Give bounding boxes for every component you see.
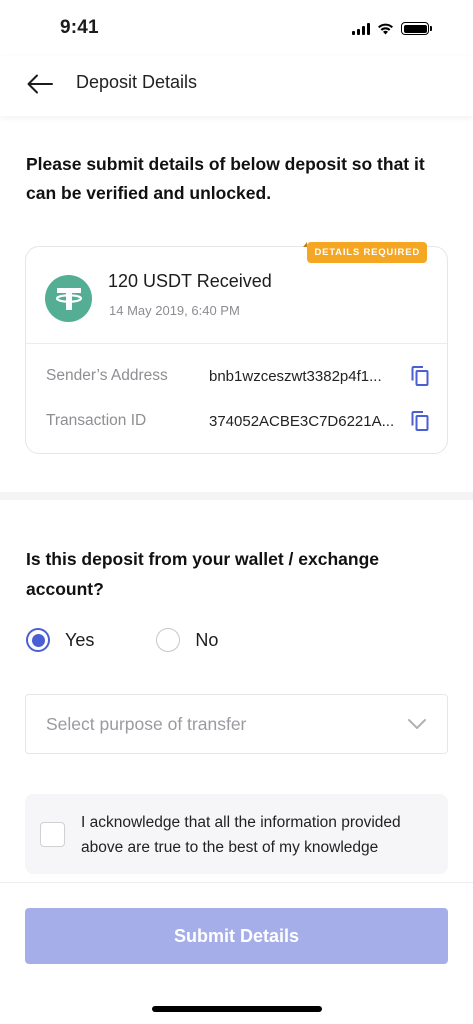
footer-divider	[0, 882, 473, 883]
intro-text: Please submit details of below deposit s…	[26, 154, 425, 203]
transaction-id-row: Transaction ID 374052ACBE3C7D6221A...	[46, 410, 431, 432]
transaction-id-value: 374052ACBE3C7D6221A...	[209, 412, 395, 430]
radio-option-yes[interactable]: Yes	[26, 628, 94, 652]
chevron-down-icon	[408, 719, 426, 729]
section-separator	[0, 492, 473, 500]
radio-no-label: No	[195, 629, 219, 650]
card-divider	[26, 343, 447, 344]
acknowledge-checkbox[interactable]	[40, 822, 65, 847]
details-required-badge: DETAILS REQUIRED	[303, 242, 427, 263]
radio-yes-label: Yes	[65, 629, 95, 650]
radio-yes[interactable]	[26, 628, 50, 652]
submit-details-button[interactable]: Submit Details	[25, 908, 448, 964]
status-bar: 9:41	[0, 0, 473, 56]
status-time: 9:41	[60, 17, 99, 38]
back-button[interactable]	[24, 68, 56, 100]
transaction-id-label: Transaction ID	[46, 412, 147, 429]
arrow-left-icon	[27, 74, 53, 94]
page-title: Deposit Details	[76, 72, 198, 92]
home-indicator	[152, 1006, 322, 1012]
battery-icon	[401, 22, 432, 35]
copy-sender-address-button[interactable]	[409, 365, 431, 387]
copy-icon	[411, 366, 429, 386]
deposit-card: DETAILS REQUIRED 120 USDT Received 14 Ma…	[25, 242, 448, 454]
wallet-question: Is this deposit from your wallet / excha…	[26, 549, 379, 599]
copy-icon	[411, 411, 429, 431]
purpose-select[interactable]: Select purpose of transfer	[25, 694, 448, 754]
sender-address-label: Sender’s Address	[46, 367, 168, 384]
deposit-date: 14 May 2019, 6:40 PM	[109, 303, 240, 318]
radio-option-no[interactable]: No	[156, 628, 218, 652]
deposit-amount: 120 USDT Received	[108, 271, 272, 291]
status-icons	[352, 22, 432, 35]
sender-address-value: bnb1wzceszwt3382p4f1...	[209, 367, 382, 385]
wifi-icon	[378, 23, 393, 35]
acknowledgement-box: I acknowledge that all the information p…	[25, 794, 448, 874]
radio-no[interactable]	[156, 628, 181, 652]
acknowledge-text: I acknowledge that all the information p…	[81, 814, 401, 856]
sender-address-row: Sender’s Address bnb1wzceszwt3382p4f1...	[46, 365, 431, 387]
app-header: Deposit Details	[0, 56, 473, 116]
tether-icon	[45, 275, 92, 322]
wallet-radio-group: Yes No	[26, 628, 218, 652]
signal-icon	[352, 22, 370, 35]
purpose-select-placeholder: Select purpose of transfer	[46, 713, 247, 734]
copy-transaction-id-button[interactable]	[409, 410, 431, 432]
